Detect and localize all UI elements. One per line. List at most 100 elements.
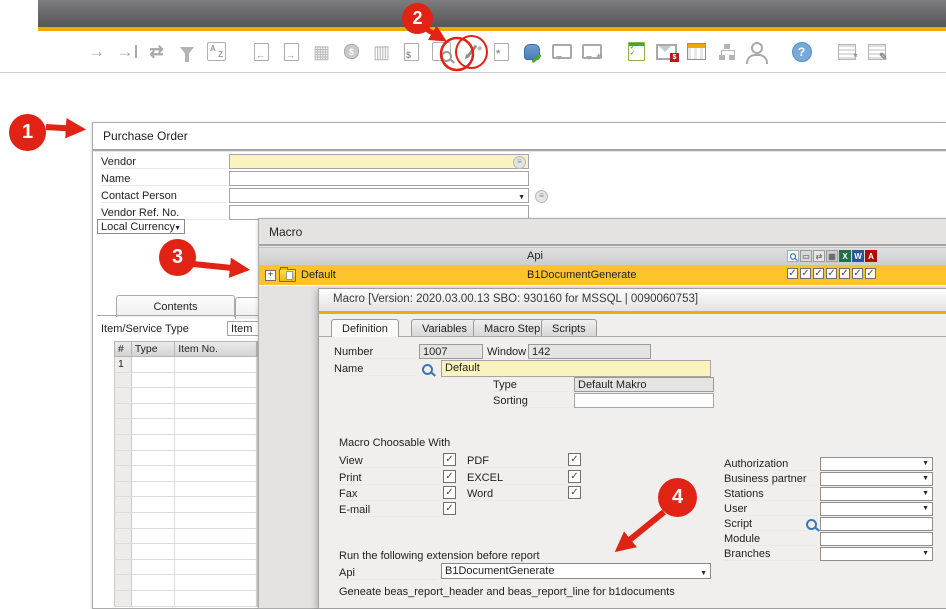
table-row[interactable]: [114, 560, 258, 576]
table-cell[interactable]: [115, 529, 132, 544]
output-checkbox-1[interactable]: ✓: [800, 268, 811, 279]
question-icon[interactable]: ?: [789, 39, 814, 65]
choose-list-icon[interactable]: ≡: [535, 190, 548, 203]
org-chart-icon[interactable]: [714, 39, 739, 65]
calendar-icon[interactable]: [684, 39, 709, 65]
tab-definition[interactable]: Definition: [331, 319, 399, 337]
table-cell[interactable]: [175, 466, 257, 481]
table-cell[interactable]: [132, 560, 175, 575]
table-cell[interactable]: [132, 435, 175, 450]
contact-person-field[interactable]: ▼: [229, 188, 529, 203]
pencil-icon[interactable]: [459, 39, 484, 65]
table-cell[interactable]: [132, 404, 175, 419]
table-row[interactable]: [114, 419, 258, 435]
table-cell[interactable]: [132, 388, 175, 403]
table-cell[interactable]: [132, 451, 175, 466]
table-row[interactable]: [114, 435, 258, 451]
table-cell[interactable]: [175, 419, 257, 434]
table-cell[interactable]: [115, 435, 132, 450]
search-doc-icon[interactable]: [429, 39, 454, 65]
table-cell[interactable]: [115, 575, 132, 590]
output-checkbox-4[interactable]: ✓: [839, 268, 850, 279]
module-field[interactable]: [820, 532, 933, 546]
table-cell[interactable]: [175, 451, 257, 466]
table-cell[interactable]: [175, 357, 257, 372]
table-cell[interactable]: [115, 513, 132, 528]
output-checkbox-6[interactable]: ✓: [865, 268, 876, 279]
table-cell[interactable]: [115, 419, 132, 434]
table-cell[interactable]: [175, 529, 257, 544]
table-cell[interactable]: [175, 497, 257, 512]
table-cell[interactable]: [115, 466, 132, 481]
choose-list-icon[interactable]: ≡: [513, 156, 526, 169]
table-cell[interactable]: [175, 373, 257, 388]
table-cell[interactable]: [132, 357, 175, 372]
speech-bubble-icon[interactable]: [549, 39, 574, 65]
table-row[interactable]: [114, 466, 258, 482]
table-row[interactable]: [114, 529, 258, 545]
stations-select[interactable]: ▼: [820, 487, 933, 501]
calculator-doc-icon[interactable]: ▦: [309, 39, 334, 65]
money-bag-icon[interactable]: $: [339, 39, 364, 65]
table-cell[interactable]: [115, 373, 132, 388]
table-cell[interactable]: [132, 513, 175, 528]
table-row[interactable]: 1: [114, 357, 258, 373]
checkbox-excel[interactable]: ✓: [568, 470, 581, 483]
table-row[interactable]: [114, 575, 258, 591]
script-field[interactable]: [820, 517, 933, 531]
table-row[interactable]: [114, 497, 258, 513]
table-cell[interactable]: [132, 575, 175, 590]
filter-icon[interactable]: [174, 39, 199, 65]
tab-contents[interactable]: Contents: [116, 295, 235, 317]
tab-variables[interactable]: Variables: [411, 319, 478, 337]
table-row[interactable]: [114, 451, 258, 467]
table-row[interactable]: [114, 513, 258, 529]
refresh-icon[interactable]: ⇄: [144, 39, 169, 65]
building-pencil-icon[interactable]: ✎: [864, 39, 889, 65]
price-list-icon[interactable]: $: [399, 39, 424, 65]
checkbox-fax[interactable]: ✓: [443, 486, 456, 499]
branches-select[interactable]: ▼: [820, 547, 933, 561]
checklist-icon[interactable]: [624, 39, 649, 65]
table-cell[interactable]: [175, 404, 257, 419]
column-header-item-no-[interactable]: Item No.: [175, 342, 257, 356]
sorting-field[interactable]: [574, 393, 714, 408]
table-cell[interactable]: [115, 388, 132, 403]
output-checkbox-2[interactable]: ✓: [813, 268, 824, 279]
table-cell[interactable]: [132, 591, 175, 606]
checkbox-pdf[interactable]: ✓: [568, 453, 581, 466]
checkbox-e-mail[interactable]: ✓: [443, 502, 456, 515]
doc-gear-icon[interactable]: *: [489, 39, 514, 65]
envelope-dollar-icon[interactable]: $: [654, 39, 679, 65]
table-cell[interactable]: [115, 482, 132, 497]
paste-doc-icon[interactable]: ←: [249, 39, 274, 65]
checkbox-view[interactable]: ✓: [443, 453, 456, 466]
macro-row-default[interactable]: + Default B1DocumentGenerate ✓✓✓✓✓✓✓: [259, 265, 946, 286]
table-row[interactable]: [114, 544, 258, 560]
checkbox-print[interactable]: ✓: [443, 470, 456, 483]
table-cell[interactable]: 1: [115, 357, 132, 372]
speech-bubble-plus-icon[interactable]: +: [579, 39, 604, 65]
copy-doc-icon[interactable]: →: [279, 39, 304, 65]
table-cell[interactable]: [115, 591, 132, 606]
authorization-select[interactable]: ▼: [820, 457, 933, 471]
table-row[interactable]: [114, 591, 258, 607]
table-cell[interactable]: [115, 544, 132, 559]
tab-macro-step[interactable]: Macro Step: [473, 319, 551, 337]
column-header--[interactable]: #: [115, 342, 132, 356]
business-partner-select[interactable]: ▼: [820, 472, 933, 486]
translate-search-icon[interactable]: [422, 364, 433, 375]
user-select[interactable]: ▼: [820, 502, 933, 516]
output-checkbox-0[interactable]: ✓: [787, 268, 798, 279]
table-cell[interactable]: [175, 482, 257, 497]
table-cell[interactable]: [175, 544, 257, 559]
output-checkbox-5[interactable]: ✓: [852, 268, 863, 279]
table-cell[interactable]: [132, 419, 175, 434]
table-cell[interactable]: [175, 388, 257, 403]
lookup-icon[interactable]: [806, 519, 817, 530]
table-row[interactable]: [114, 388, 258, 404]
table-cell[interactable]: [132, 482, 175, 497]
vendor-field[interactable]: ≡: [229, 154, 529, 169]
table-cell[interactable]: [115, 451, 132, 466]
table-cell[interactable]: [132, 544, 175, 559]
